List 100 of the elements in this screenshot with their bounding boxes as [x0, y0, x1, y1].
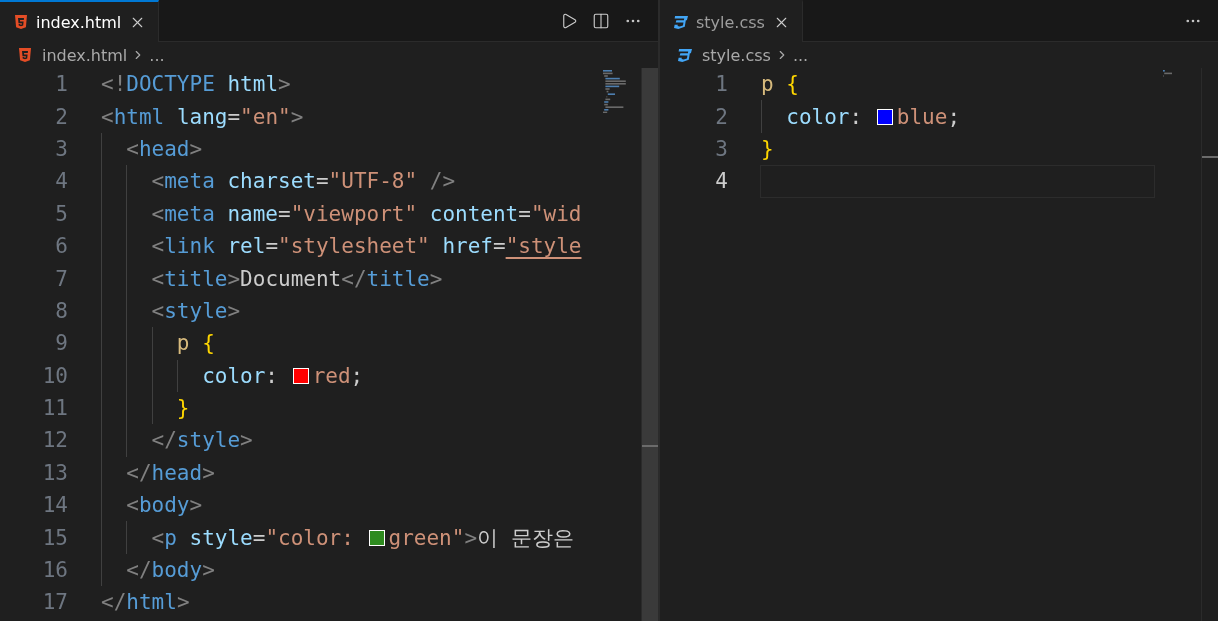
minimap-drawing — [1163, 70, 1172, 77]
color-swatch[interactable] — [292, 367, 309, 384]
line-number: 8 — [54, 298, 68, 323]
line-number: 6 — [54, 234, 68, 259]
code-token: > — [189, 136, 203, 161]
code-token: < — [126, 493, 139, 518]
line-number: 3 — [54, 136, 68, 161]
code-token: head — [151, 460, 203, 485]
line-number: 4 — [714, 169, 728, 194]
breadcrumb-item[interactable]: ... — [792, 45, 809, 65]
code-token: > — [464, 525, 478, 550]
code-token: > — [202, 558, 215, 583]
color-swatch[interactable] — [368, 529, 385, 546]
line-number: 4 — [54, 169, 68, 194]
scrollbar[interactable] — [641, 68, 658, 621]
html-file-icon — [14, 14, 28, 30]
code-token: "en" — [240, 104, 291, 129]
code-token: } — [176, 396, 190, 421]
line-number: 2 — [54, 104, 68, 129]
code-token: /> — [428, 169, 456, 194]
code-token: style — [188, 525, 253, 550]
code-token: ; — [947, 104, 961, 129]
code-token: < — [151, 234, 165, 259]
code-token: charset — [226, 169, 316, 194]
code-token: p — [176, 331, 190, 356]
code-token: meta — [164, 201, 215, 226]
code-token: "stylesheet" — [278, 234, 430, 259]
code-token: = — [252, 525, 266, 550]
code-token: </ — [341, 266, 367, 291]
code-token: < — [151, 201, 165, 226]
code-token: body — [138, 493, 190, 518]
line-number: 9 — [54, 331, 68, 356]
code-token: </ — [126, 460, 152, 485]
code-token: color — [202, 363, 266, 388]
code-token: = — [315, 169, 329, 194]
code-token: "UTF-8" — [328, 169, 418, 194]
code-token: </ — [126, 558, 152, 583]
code-token: : — [849, 104, 864, 129]
run-button[interactable] — [560, 11, 578, 30]
code-token: { — [201, 331, 215, 356]
code-token: { — [785, 72, 799, 97]
code-token: = — [227, 104, 241, 129]
split-editor-button[interactable] — [592, 11, 610, 30]
color-swatch[interactable] — [876, 108, 893, 125]
code-token: p — [164, 525, 177, 550]
line-number: 15 — [41, 525, 68, 550]
code-token: head — [138, 136, 190, 161]
code-token: < — [151, 525, 165, 550]
html-file-icon — [18, 47, 32, 63]
scrollbar[interactable] — [1201, 68, 1218, 621]
code-token: </ — [101, 590, 127, 615]
css-file-icon — [678, 48, 692, 62]
code-token: blue — [896, 104, 948, 129]
code-token: name — [226, 201, 278, 226]
code-token: content — [428, 201, 519, 226]
code-token: rel — [226, 234, 266, 259]
line-number: 13 — [41, 460, 68, 485]
minimap-drawing — [603, 70, 626, 114]
editor-tab[interactable]: style.css — [660, 0, 803, 42]
editor-tab[interactable]: index.html — [0, 0, 160, 42]
breadcrumb-item[interactable]: index.html — [42, 45, 128, 65]
code-token: DOCTYPE — [126, 72, 215, 97]
code-token: < — [151, 266, 165, 291]
code-token: < — [126, 136, 139, 161]
line-number: 12 — [41, 428, 68, 453]
code-token: body — [151, 558, 203, 583]
code-token: Document — [240, 266, 342, 291]
code-token: meta — [164, 169, 215, 194]
code-token: "color: — [265, 525, 355, 550]
code-token: red — [312, 363, 351, 388]
line-number: 14 — [41, 493, 68, 518]
code-token: < — [101, 104, 114, 129]
breadcrumb-item[interactable]: ... — [149, 45, 165, 65]
code-token: = — [278, 201, 291, 226]
line-number: 10 — [41, 363, 68, 388]
code-token: href — [441, 234, 493, 259]
code-token: > — [278, 72, 291, 97]
line-number: 2 — [714, 104, 728, 129]
code-token: > — [290, 104, 304, 129]
code-token: title — [164, 266, 228, 291]
code-token: html — [126, 590, 177, 615]
code-token: "wid — [530, 201, 582, 226]
link-text[interactable]: "style — [505, 234, 582, 259]
code-token: "viewport" — [290, 201, 418, 226]
code-token: color — [786, 104, 850, 129]
line-number: 1 — [714, 72, 728, 97]
code-token: < — [151, 298, 165, 323]
code-token: > — [227, 298, 241, 323]
code-token: ; — [350, 363, 364, 388]
code-token: = — [265, 234, 279, 259]
code-token: green" — [388, 525, 465, 550]
code-token: style — [164, 298, 228, 323]
code-token: } — [761, 136, 774, 161]
line-number: 7 — [54, 266, 68, 291]
code-token: title — [366, 266, 430, 291]
breadcrumb-item[interactable]: style.css — [702, 45, 771, 65]
code-token: > — [176, 590, 190, 615]
line-number: 17 — [41, 590, 68, 615]
line-number: 1 — [54, 72, 68, 97]
line-number: 3 — [714, 136, 728, 161]
